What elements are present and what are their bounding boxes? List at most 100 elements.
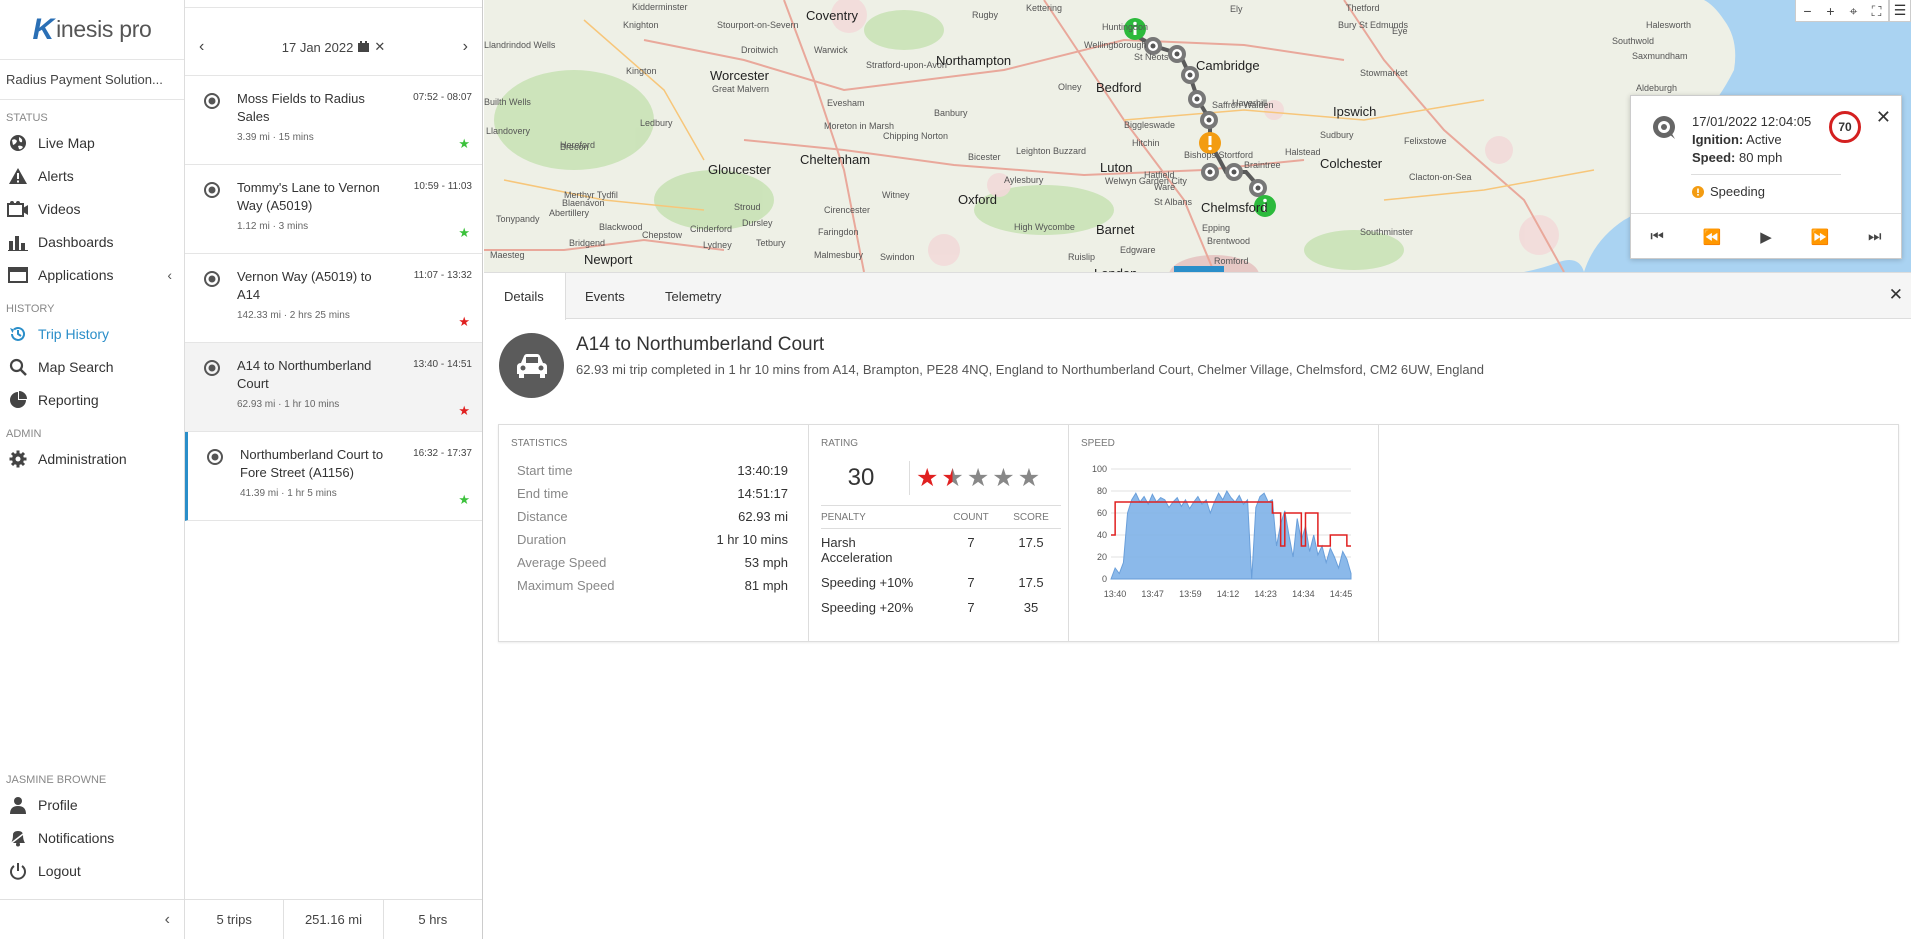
date-picker[interactable]: 17 Jan 2022 ✕ bbox=[282, 39, 385, 55]
rewind-icon[interactable]: ⏪ bbox=[1703, 228, 1722, 246]
map-label: Tetbury bbox=[756, 238, 786, 248]
nav-section-admin: ADMIN bbox=[6, 428, 42, 440]
close-details-button[interactable]: ✕ bbox=[1889, 285, 1903, 305]
globe-icon bbox=[6, 133, 30, 153]
tab-details[interactable]: Details bbox=[484, 273, 566, 320]
nav-trip-history[interactable]: Trip History bbox=[0, 317, 184, 350]
nav-applications[interactable]: Applications ‹ bbox=[0, 258, 184, 291]
locate-icon[interactable]: ⌖ bbox=[1842, 0, 1865, 22]
map-label: Braintree bbox=[1244, 160, 1281, 170]
skip-end-icon[interactable]: ⏭ bbox=[1868, 228, 1882, 245]
map-label: Northampton bbox=[936, 53, 1012, 68]
trip-item[interactable]: Vernon Way (A5019) to A14 11:07 - 13:32 … bbox=[185, 254, 482, 343]
map-menu-button[interactable]: ☰ bbox=[1889, 0, 1911, 22]
map-label: Saffron Walden bbox=[1212, 100, 1274, 110]
map-label: Llandrindod Wells bbox=[484, 40, 556, 50]
chevron-left-icon: ‹ bbox=[164, 910, 170, 928]
map-label: Cinderford bbox=[690, 224, 733, 234]
waypoint-marker-icon[interactable] bbox=[1167, 44, 1187, 64]
next-day-button[interactable]: › bbox=[463, 38, 468, 56]
nav-label: Alerts bbox=[38, 167, 74, 184]
penalty-count: 7 bbox=[967, 535, 975, 550]
tab-events[interactable]: Events bbox=[585, 273, 625, 319]
star-icon: ★ bbox=[992, 463, 1015, 492]
map-label: Aylesbury bbox=[1004, 175, 1044, 185]
map-label: Dursley bbox=[742, 218, 773, 228]
close-popup-button[interactable]: ✕ bbox=[1876, 107, 1891, 128]
skip-start-icon[interactable]: ⏮ bbox=[1650, 228, 1664, 245]
map-label: Ledbury bbox=[640, 118, 673, 128]
map-label: Worcester bbox=[710, 68, 769, 83]
stat-value: 53 mph bbox=[744, 555, 788, 570]
waypoint-marker-icon[interactable] bbox=[1200, 162, 1220, 182]
fast-forward-icon[interactable]: ⏩ bbox=[1811, 228, 1830, 246]
ignition-label: Ignition: bbox=[1692, 132, 1744, 147]
map-label: Bishops Stortford bbox=[1184, 150, 1254, 160]
nav-label: Reporting bbox=[38, 391, 99, 408]
nav-administration[interactable]: Administration bbox=[0, 442, 184, 475]
trip-meta: 3.39 mi · 15 mins bbox=[237, 132, 314, 143]
y-tick-label: 20 bbox=[1097, 552, 1107, 562]
y-tick-label: 100 bbox=[1092, 464, 1107, 474]
penalty-score: 17.5 bbox=[1018, 575, 1044, 590]
logo[interactable]: Kinesis pro bbox=[0, 0, 184, 60]
nav-live-map[interactable]: Live Map bbox=[0, 126, 184, 159]
trip-target-icon bbox=[203, 92, 221, 110]
map-search-icon bbox=[6, 357, 30, 377]
previous-day-button[interactable]: ‹ bbox=[199, 38, 204, 56]
tab-telemetry[interactable]: Telemetry bbox=[665, 273, 721, 319]
nav-alerts[interactable]: Alerts bbox=[0, 159, 184, 192]
trip-target-icon bbox=[203, 270, 221, 288]
warning-dot-icon bbox=[1692, 185, 1704, 198]
fullscreen-icon[interactable]: ⛶ bbox=[1865, 0, 1888, 22]
warning-icon bbox=[6, 166, 30, 186]
trip-summary: A14 to Northumberland Court 62.93 mi tri… bbox=[499, 333, 1909, 403]
trip-description: 62.93 mi trip completed in 1 hr 10 mins … bbox=[576, 362, 1485, 377]
play-icon[interactable]: ▶ bbox=[1760, 228, 1772, 246]
map-label: Saxmundham bbox=[1632, 51, 1688, 61]
trip-list-summary: 5 trips 251.16 mi 5 hrs bbox=[185, 899, 482, 939]
map-label: Gloucester bbox=[708, 162, 771, 177]
trip-meta: 41.39 mi · 1 hr 5 mins bbox=[240, 488, 337, 499]
stat-row: Maximum Speed 81 mph bbox=[517, 578, 788, 601]
map-label: Edgware bbox=[1120, 245, 1156, 255]
penalty-count: 7 bbox=[967, 600, 975, 615]
stat-value: 1 hr 10 mins bbox=[716, 532, 788, 547]
speed-limit-sign: 70 bbox=[1829, 111, 1861, 143]
map-label: Rugby bbox=[972, 10, 999, 20]
waypoint-marker-icon[interactable] bbox=[1187, 89, 1207, 109]
logo-k: K bbox=[32, 12, 55, 46]
nav-logout[interactable]: Logout bbox=[0, 854, 184, 887]
pie-chart-icon bbox=[6, 390, 30, 410]
sidebar-collapse-button[interactable]: ‹ bbox=[0, 899, 184, 939]
calendar-icon[interactable] bbox=[358, 40, 370, 55]
map-label: Cirencester bbox=[824, 205, 871, 215]
waypoint-marker-icon[interactable] bbox=[1224, 162, 1244, 182]
map-label: Huntingdon bbox=[1102, 22, 1149, 32]
trip-item[interactable]: Moss Fields to Radius Sales 07:52 - 08:0… bbox=[185, 76, 482, 165]
trip-item[interactable]: Tommy's Lane to Vernon Way (A5019) 10:59… bbox=[185, 165, 482, 254]
x-tick-label: 13:59 bbox=[1179, 589, 1202, 599]
clear-date-icon[interactable]: ✕ bbox=[374, 39, 385, 55]
nav-profile[interactable]: Profile bbox=[0, 788, 184, 821]
map-label: Knighton bbox=[623, 20, 659, 30]
nav-reporting[interactable]: Reporting bbox=[0, 383, 184, 416]
chevron-left-icon: ‹ bbox=[167, 266, 172, 283]
map-label: Droitwich bbox=[741, 45, 779, 55]
trip-item[interactable]: Northumberland Court to Fore Street (A11… bbox=[185, 432, 482, 521]
nav-videos[interactable]: Videos bbox=[0, 192, 184, 225]
speed-chart[interactable]: 0 20 40 60 80 100 13:40 13:47 13:59 14:12 14:23 14:… bbox=[1081, 461, 1361, 621]
zoom-in-button[interactable]: + bbox=[1819, 0, 1842, 22]
vehicle-selector[interactable] bbox=[185, 0, 482, 8]
nav-map-search[interactable]: Map Search bbox=[0, 350, 184, 383]
nav-label: Live Map bbox=[38, 134, 95, 151]
trip-item-selected[interactable]: A14 to Northumberland Court 13:40 - 14:5… bbox=[185, 343, 482, 432]
map-label: Aldeburgh bbox=[1636, 83, 1678, 93]
waypoint-marker-icon[interactable] bbox=[1199, 110, 1219, 130]
organisation-selector[interactable]: Radius Payment Solution... bbox=[0, 60, 184, 100]
nav-notifications[interactable]: Notifications bbox=[0, 821, 184, 854]
nav-dashboards[interactable]: Dashboards bbox=[0, 225, 184, 258]
map-label: Clacton-on-Sea bbox=[1409, 172, 1472, 182]
map-label: Brentwood bbox=[1207, 236, 1251, 246]
zoom-out-button[interactable]: − bbox=[1796, 0, 1819, 22]
